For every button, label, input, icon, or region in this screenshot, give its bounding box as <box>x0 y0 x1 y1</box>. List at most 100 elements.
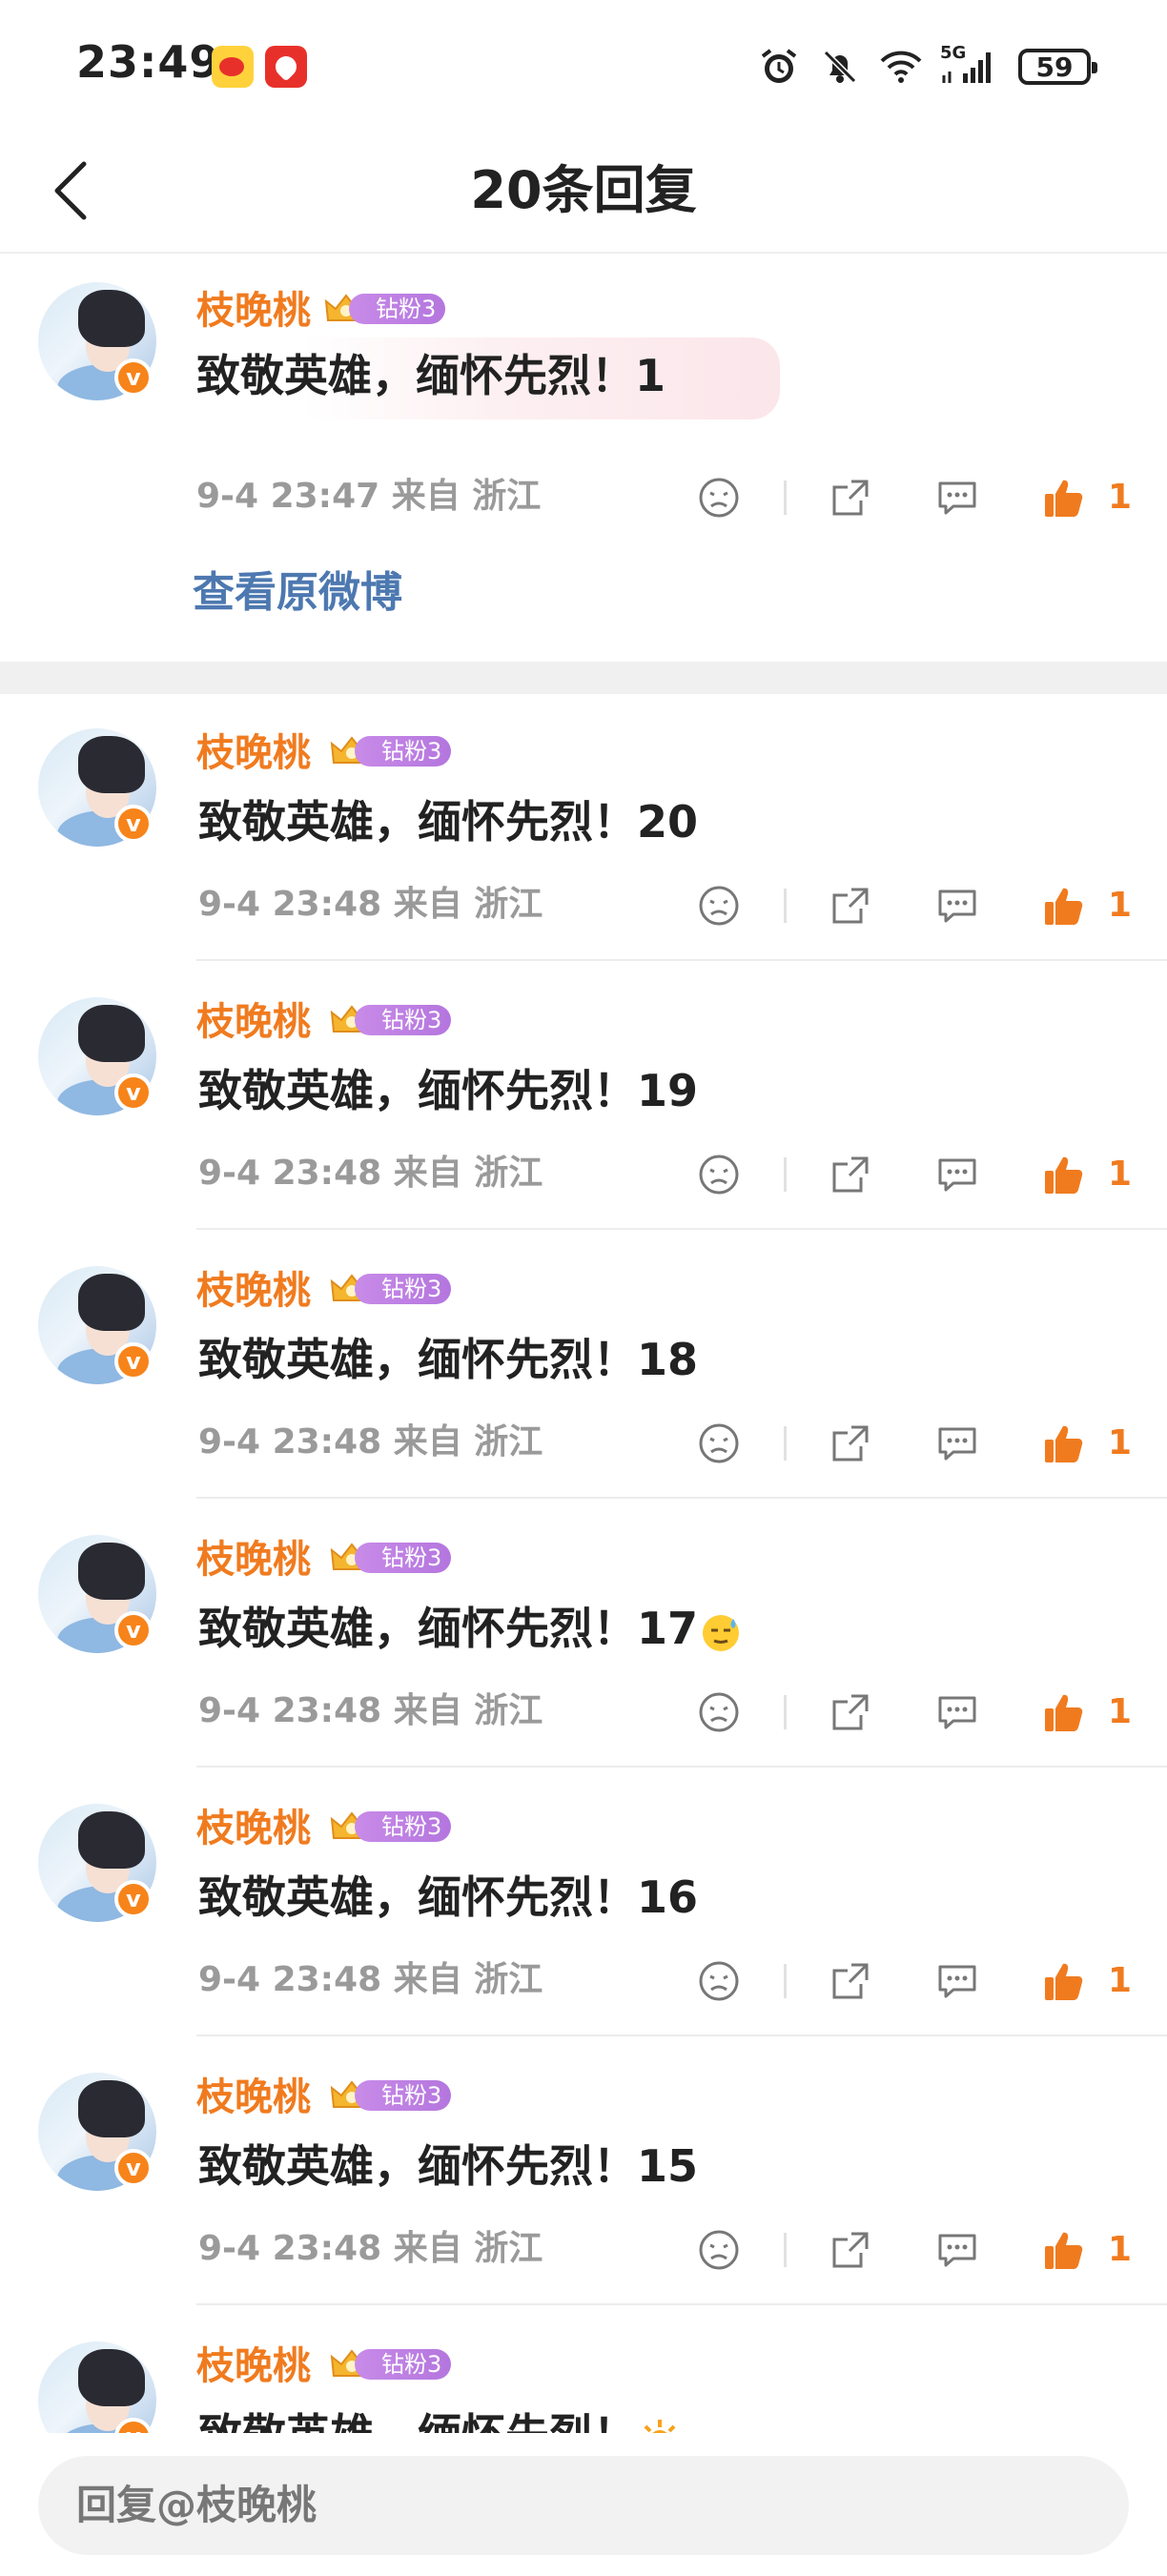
like-count: 1 <box>1108 1692 1133 1731</box>
reply-button[interactable] <box>929 2221 986 2279</box>
unhappy-face-icon <box>699 1961 739 2001</box>
comment-text: 致敬英雄，缅怀先烈！19 <box>198 1060 698 1121</box>
like-button[interactable] <box>1035 2221 1093 2279</box>
comment-text: 致敬英雄，缅怀先烈！16 <box>198 1867 698 1928</box>
username[interactable]: 枝晚桃 <box>196 2341 311 2391</box>
verified-badge-icon: v <box>114 1342 153 1380</box>
comment-text: 致敬英雄，缅怀先烈！18 <box>198 1329 698 1390</box>
reply-input-placeholder: 回复@枝晚桃 <box>76 2482 317 2528</box>
username[interactable]: 枝晚桃 <box>196 728 311 778</box>
page-title: 20条回复 <box>470 160 697 220</box>
like-count: 1 <box>1108 1423 1133 1462</box>
dislike-button[interactable] <box>690 1952 747 2010</box>
action-separator <box>784 1426 787 1461</box>
thumbs-up-icon <box>1045 1425 1083 1462</box>
repost-button[interactable] <box>822 2221 879 2279</box>
action-separator <box>784 1157 787 1192</box>
like-button[interactable] <box>1035 877 1093 934</box>
username[interactable]: 枝晚桃 <box>196 1804 311 1853</box>
fan-badge: 钻粉3 <box>355 1005 452 1035</box>
username[interactable]: 枝晚桃 <box>196 1535 311 1584</box>
share-icon <box>832 1156 869 1193</box>
repost-button[interactable] <box>822 877 879 934</box>
row-divider <box>196 1228 1167 1230</box>
reply-item: v 枝晚桃 钻粉3 致敬英雄，缅怀先烈！18 9-4 23:48 来自 浙江 1 <box>0 1232 1167 1501</box>
reply-button[interactable] <box>929 1146 986 1203</box>
repost-button[interactable] <box>822 1146 879 1203</box>
wifi-icon <box>879 45 923 89</box>
like-button[interactable] <box>1035 1415 1093 1472</box>
reply-button[interactable] <box>929 1952 986 2010</box>
share-icon <box>832 1425 869 1462</box>
share-icon <box>832 1694 869 1730</box>
repost-button[interactable] <box>822 1415 879 1472</box>
mute-bell-icon <box>818 45 862 89</box>
reply-button[interactable] <box>929 877 986 934</box>
comment-bubble-icon <box>938 1696 976 1729</box>
reply-button[interactable] <box>929 1684 986 1741</box>
comment-bubble-icon <box>938 889 976 923</box>
battery-level: 59 <box>1035 51 1074 83</box>
like-button[interactable] <box>1035 1684 1093 1741</box>
comment-text-content: 致敬英雄，缅怀先烈！17 <box>198 1603 699 1654</box>
username[interactable]: 枝晚桃 <box>196 1266 311 1316</box>
comment-actions: 1 <box>0 1146 1167 1203</box>
network-type: 5G <box>940 43 967 63</box>
reply-item: v 枝晚桃 钻粉3 致敬英雄，缅怀先烈！19 9-4 23:48 来自 浙江 1 <box>0 963 1167 1232</box>
verified-badge-icon: v <box>114 2149 153 2187</box>
row-divider <box>196 1766 1167 1768</box>
comment-text: 致敬英雄，缅怀先烈！17 <box>198 1598 744 1659</box>
reply-item: v 枝晚桃 钻粉3 致敬英雄，缅怀先烈！15 9-4 23:48 来自 浙江 1 <box>0 2038 1167 2307</box>
action-separator <box>784 480 787 515</box>
like-count: 1 <box>1108 886 1133 925</box>
like-button[interactable] <box>1035 1952 1093 2010</box>
comment-actions: 1 <box>0 1415 1167 1472</box>
dislike-button[interactable] <box>690 469 747 526</box>
thumbs-up-icon <box>1045 1694 1083 1731</box>
row-divider <box>196 1497 1167 1499</box>
red-app-icon <box>265 46 307 88</box>
status-icons: 5G 59 <box>757 43 1097 90</box>
thumbs-up-icon <box>1045 1156 1083 1194</box>
username[interactable]: 枝晚桃 <box>196 2073 311 2122</box>
dislike-button[interactable] <box>690 877 747 934</box>
dislike-button[interactable] <box>690 1146 747 1203</box>
sweat-smile-emoji <box>703 1614 740 1651</box>
fan-badge: 钻粉3 <box>355 1543 452 1573</box>
username[interactable]: 枝晚桃 <box>196 286 311 336</box>
like-button[interactable] <box>1035 469 1093 526</box>
verified-badge-icon: v <box>114 1880 153 1918</box>
comment-text-content: 致敬英雄，缅怀先烈！18 <box>198 1334 699 1385</box>
repost-button[interactable] <box>822 469 879 526</box>
like-button[interactable] <box>1035 1146 1093 1203</box>
row-divider <box>196 2034 1167 2036</box>
comment-text-content: 致敬英雄，缅怀先烈！15 <box>198 2140 699 2192</box>
root-comment: v 枝晚桃 钻粉3 致敬英雄，缅怀先烈！1 9-4 23:47 来自 浙江 1 … <box>0 252 1167 662</box>
battery-icon: 59 <box>1018 49 1097 85</box>
like-count: 1 <box>1108 478 1133 517</box>
fan-badge: 钻粉3 <box>355 736 452 767</box>
comment-actions: 1 <box>0 1684 1167 1741</box>
comment-bubble-icon <box>938 2234 976 2267</box>
unhappy-face-icon <box>699 2230 739 2270</box>
dislike-button[interactable] <box>690 1684 747 1741</box>
repost-button[interactable] <box>822 1684 879 1741</box>
repost-button[interactable] <box>822 1952 879 2010</box>
like-count: 1 <box>1108 1155 1133 1194</box>
username[interactable]: 枝晚桃 <box>196 997 311 1047</box>
comment-text: 致敬英雄，缅怀先烈！15 <box>198 2136 698 2197</box>
reply-input[interactable]: 回复@枝晚桃 <box>38 2456 1129 2555</box>
thumbs-up-icon <box>1045 888 1083 925</box>
dislike-button[interactable] <box>690 2221 747 2279</box>
verified-badge-icon: v <box>114 805 153 843</box>
share-icon <box>832 1963 869 1999</box>
dislike-button[interactable] <box>690 1415 747 1472</box>
view-original-post-link[interactable]: 查看原微博 <box>193 564 402 622</box>
reply-button[interactable] <box>929 469 986 526</box>
share-icon <box>832 480 869 516</box>
reply-button[interactable] <box>929 1415 986 1472</box>
alarm-icon <box>757 45 801 89</box>
reply-item: v 枝晚桃 钻粉3 致敬英雄，缅怀先烈！16 9-4 23:48 来自 浙江 1 <box>0 1769 1167 2038</box>
fan-badge: 钻粉3 <box>355 2080 452 2111</box>
status-time: 23:49 <box>76 36 221 88</box>
